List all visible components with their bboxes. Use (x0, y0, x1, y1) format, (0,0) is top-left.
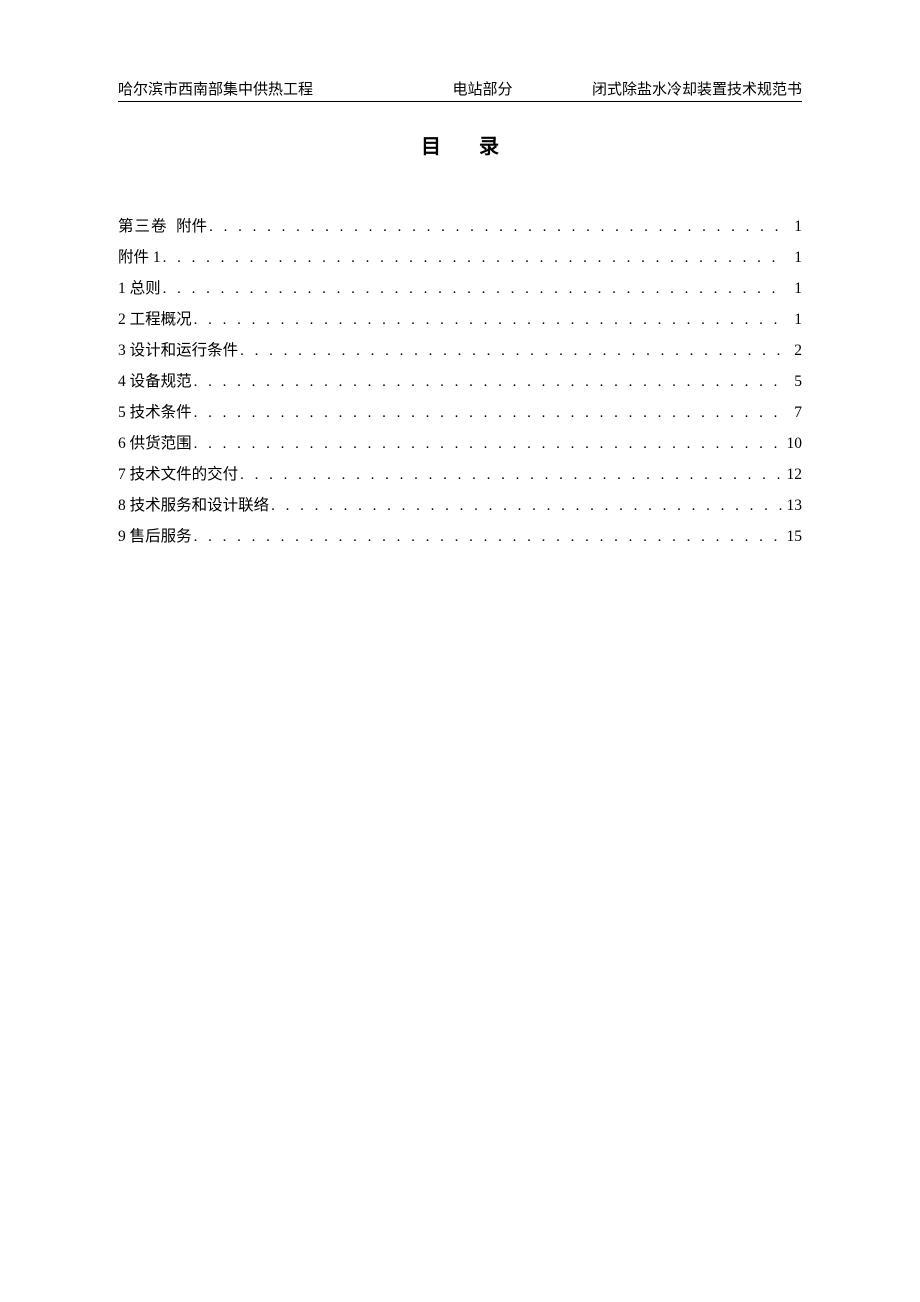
toc-label: 9 售后服务 (118, 521, 194, 552)
toc-label: 5 技术条件 (118, 397, 194, 428)
toc-page-number: 5 (782, 366, 802, 397)
toc-leader-dots (194, 429, 782, 459)
toc-page-number: 15 (782, 521, 802, 552)
header-center: 电站部分 (373, 78, 592, 99)
document-page: 哈尔滨市西南部集中供热工程 电站部分 闭式除盐水冷却装置技术规范书 目录 第三卷… (0, 0, 920, 552)
toc-entry: 5 技术条件 7 (118, 397, 802, 428)
toc-label: 7 技术文件的交付 (118, 459, 240, 490)
toc-label: 3 设计和运行条件 (118, 335, 240, 366)
toc-entry: 7 技术文件的交付 12 (118, 459, 802, 490)
header-left: 哈尔滨市西南部集中供热工程 (118, 78, 313, 99)
toc-entry: 8 技术服务和设计联络 13 (118, 490, 802, 521)
toc-leader-dots (240, 336, 782, 366)
toc-entry: 4 设备规范 5 (118, 366, 802, 397)
toc-leader-dots (163, 243, 782, 273)
toc-label: 第三卷 (118, 211, 170, 242)
toc-entry: 2 工程概况 1 (118, 304, 802, 335)
toc-entry: 1 总则 1 (118, 273, 802, 304)
toc-leader-dots (271, 491, 782, 521)
toc-page-number: 12 (782, 459, 802, 490)
toc-label: 8 技术服务和设计联络 (118, 490, 271, 521)
toc-page-number: 1 (782, 273, 802, 304)
toc-leader-dots (240, 460, 782, 490)
toc-entry: 3 设计和运行条件 2 (118, 335, 802, 366)
table-of-contents: 第三卷附件1附件 111 总则12 工程概况13 设计和运行条件24 设备规范5… (118, 211, 802, 552)
toc-leader-dots (194, 522, 782, 552)
toc-sublabel: 附件 (176, 211, 209, 242)
page-header: 哈尔滨市西南部集中供热工程 电站部分 闭式除盐水冷却装置技术规范书 (118, 78, 802, 102)
toc-leader-dots (194, 305, 782, 335)
toc-entry: 9 售后服务 15 (118, 521, 802, 552)
toc-page-number: 13 (782, 490, 802, 521)
toc-leader-dots (194, 367, 782, 397)
toc-page-number: 10 (782, 428, 802, 459)
toc-page-number: 7 (782, 397, 802, 428)
toc-label: 1 总则 (118, 273, 163, 304)
toc-label: 2 工程概况 (118, 304, 194, 335)
toc-page-number: 1 (782, 242, 802, 273)
toc-entry: 附件 1 1 (118, 242, 802, 273)
toc-page-number: 1 (782, 211, 802, 242)
toc-leader-dots (194, 398, 782, 428)
page-title: 目录 (118, 130, 802, 159)
toc-page-number: 2 (782, 335, 802, 366)
toc-label: 6 供货范围 (118, 428, 194, 459)
toc-label: 附件 1 (118, 242, 163, 273)
toc-page-number: 1 (782, 304, 802, 335)
toc-label: 4 设备规范 (118, 366, 194, 397)
header-right: 闭式除盐水冷却装置技术规范书 (592, 78, 802, 99)
toc-leader-dots (209, 212, 782, 242)
toc-entry: 6 供货范围 10 (118, 428, 802, 459)
toc-leader-dots (163, 274, 782, 304)
toc-entry: 第三卷附件 1 (118, 211, 802, 242)
